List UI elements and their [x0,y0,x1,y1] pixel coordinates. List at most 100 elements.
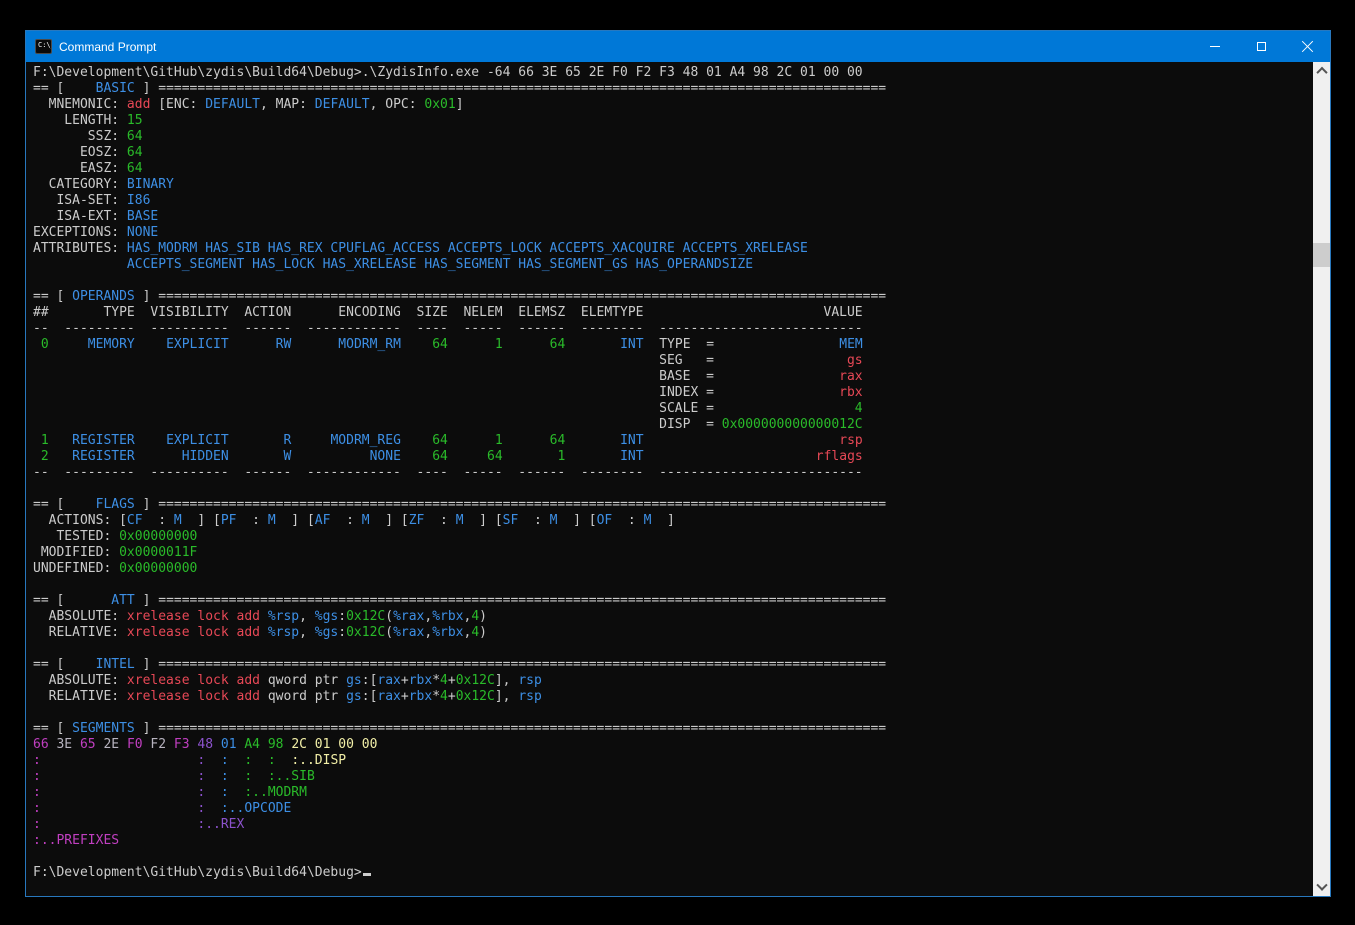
scrollbar-thumb[interactable] [1313,243,1330,267]
text-segment: ) [479,609,487,624]
text-segment: EOSZ: [33,145,127,160]
text-segment: INTEL [72,657,135,672]
text-segment [503,433,519,448]
text-segment [291,433,307,448]
scroll-up-button[interactable] [1313,62,1330,79]
text-segment [205,801,221,816]
scroll-down-button[interactable] [1313,879,1330,896]
text-segment [565,337,581,352]
text-segment: ACTIONS: [ [33,513,127,528]
text-segment [401,433,417,448]
text-segment [205,753,221,768]
text-segment: %rbx [432,625,463,640]
text-segment: ] [ [464,513,503,528]
text-segment: 4 [471,609,479,624]
text-segment: DEFAULT [205,97,260,112]
terminal-line: :..PREFIXES [33,833,1313,849]
text-segment: rbx [409,689,432,704]
text-segment: ISA-SET: [33,193,127,208]
text-segment: ] ======================================… [135,289,886,304]
close-icon [1301,40,1314,53]
text-segment: 66 [33,737,49,752]
terminal-line: ## TYPE VISIBILITY ACTION ENCODING SIZE … [33,305,1313,321]
text-segment: :..REX [197,817,244,832]
terminal-line: ACCEPTS_SEGMENT HAS_LOCK HAS_XRELEASE HA… [33,257,1313,273]
text-segment: ABSOLUTE: [33,673,127,688]
terminal-line [33,705,1313,721]
close-button[interactable] [1284,31,1330,62]
text-segment: EASZ: [33,161,127,176]
text-segment: qword ptr [268,673,346,688]
title-bar[interactable]: C:\_ Command Prompt [26,31,1330,62]
text-segment [135,433,151,448]
text-segment: F:\Development\GitHub\zydis\Build64\Debu… [33,865,362,880]
text-segment: INT [581,449,644,464]
text-segment: 0 [33,337,49,352]
text-segment: 4 [471,625,479,640]
text-segment: rax [714,369,863,384]
text-segment: rsp [659,433,863,448]
text-segment [41,801,198,816]
terminal-line: 0 MEMORY EXPLICIT RW MODRM_RM 64 1 64 IN… [33,337,1313,353]
terminal-line: RELATIVE: xrelease lock add qword ptr gs… [33,689,1313,705]
text-segment: rflags [659,449,863,464]
terminal-line: ATTRIBUTES: HAS_MODRM HAS_SIB HAS_REX CP… [33,241,1313,257]
text-segment: R [244,433,291,448]
terminal-line: BASE = rax [33,369,1313,385]
text-segment: 0x000000000000012C [714,417,863,432]
terminal-line: CATEGORY: BINARY [33,177,1313,193]
text-segment: ] [651,513,674,528]
text-segment: :..PREFIXES [33,833,119,848]
text-segment: : [143,513,174,528]
text-segment: + [401,673,409,688]
text-segment: xrelease lock add [127,625,268,640]
cmd-icon[interactable]: C:\_ [35,39,52,54]
text-segment: ], [495,689,518,704]
terminal-line: TESTED: 0x00000000 [33,529,1313,545]
text-segment [41,785,198,800]
text-segment: F:\Development\GitHub\zydis\Build64\Debu… [33,65,863,80]
text-segment [401,449,417,464]
chevron-down-icon [1316,879,1327,890]
text-segment: :[ [362,689,378,704]
text-segment [41,769,198,784]
text-segment: NONE [307,449,401,464]
scrollbar[interactable] [1313,62,1330,896]
text-segment: 48 [197,737,213,752]
text-segment: , OPC: [370,97,425,112]
terminal-line: F:\Development\GitHub\zydis\Build64\Debu… [33,65,1313,81]
text-segment: == [ [33,721,72,736]
text-segment: ACCEPTS_SEGMENT HAS_LOCK HAS_XRELEASE HA… [33,257,753,272]
text-segment: :..SIB [268,769,315,784]
text-segment [213,737,221,752]
terminal-line: ABSOLUTE: xrelease lock add qword ptr gs… [33,673,1313,689]
console-output[interactable]: F:\Development\GitHub\zydis\Build64\Debu… [26,62,1313,896]
text-segment [229,785,245,800]
text-segment: * [432,673,440,688]
terminal-line: == [ BASIC ] ===========================… [33,81,1313,97]
text-segment [49,337,65,352]
text-segment: 0x12C [456,673,495,688]
text-segment: ATT [72,593,135,608]
text-segment: SCALE = [33,401,714,416]
text-segment: REGISTER [64,433,134,448]
text-segment: ] [ [557,513,596,528]
text-segment: 0x01 [424,97,455,112]
text-segment: INT [581,433,644,448]
text-segment [229,769,245,784]
text-segment: == [ [33,657,72,672]
text-segment [49,433,65,448]
text-segment: 0x0000011F [119,545,197,560]
maximize-button[interactable] [1238,31,1284,62]
terminal-line: SEG = gs [33,353,1313,369]
text-segment: DEFAULT [315,97,370,112]
terminal-line: == [ INTEL ] ===========================… [33,657,1313,673]
text-segment: FLAGS [72,497,135,512]
text-segment: [ENC: [150,97,205,112]
text-segment: F2 [150,737,166,752]
text-segment: : [244,769,252,784]
text-segment: OPERANDS [72,289,135,304]
minimize-button[interactable] [1192,31,1238,62]
text-segment: : [518,513,549,528]
text-segment [229,337,245,352]
